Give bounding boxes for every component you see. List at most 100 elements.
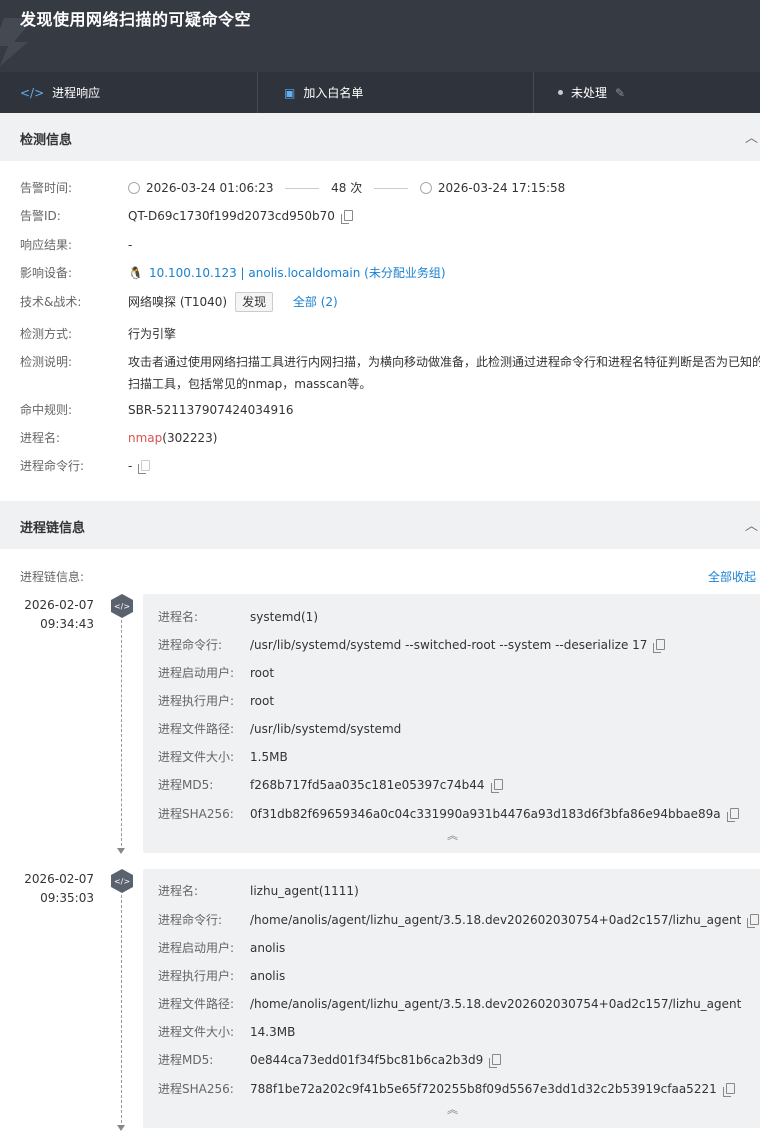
copy-icon[interactable] [340, 210, 353, 224]
timeline-divider [285, 188, 320, 189]
copy-icon[interactable] [722, 1083, 735, 1097]
collapse-up-icon[interactable]: ︽ [447, 1101, 458, 1117]
key-cmd: 进程命令行: [158, 913, 223, 927]
copy-icon[interactable] [490, 779, 503, 793]
value-md5-wrap: f268b717fd5aa035c181e05397c74b44 [250, 775, 503, 795]
card-row: 进程MD5: f268b717fd5aa035c181e05397c74b44 [158, 775, 503, 795]
first-time: 2026-03-24 01:06:23 [146, 181, 274, 195]
copy-icon[interactable] [489, 1054, 502, 1068]
chain-item-time: 2026-02-07 09:35:03 [20, 870, 94, 908]
card-row: 进程文件路径: /usr/lib/systemd/systemd [158, 719, 401, 739]
chain-section-header[interactable]: 进程链信息 ︿ [0, 501, 760, 549]
card-row: 进程SHA256: 0f31db82f69659346a0c04c331990a9… [158, 804, 739, 824]
copy-icon[interactable] [747, 914, 760, 928]
key-cmd: 进程命令行: [158, 638, 223, 652]
response-value: - [128, 238, 133, 252]
key-name: 进程名: [158, 884, 199, 898]
chain-section-title: 进程链信息 [20, 521, 86, 536]
value-cmd: /usr/lib/systemd/systemd --switched-root… [250, 638, 648, 652]
key-name: 进程名: [158, 610, 199, 624]
desc-wrap: 攻击者通过使用网络扫描工具进行内网扫描，为横向移动做准备，此检测通过进程命令行和… [128, 352, 760, 394]
value-sha: 0f31db82f69659346a0c04c331990a931b4476a9… [250, 807, 721, 821]
alert-id-wrap: QT-D69c1730f199d2073cd950b70 [128, 206, 353, 226]
key-size: 进程文件大小: [158, 750, 235, 764]
rule-value: SBR-521137907424034916 [128, 403, 294, 417]
svg-text:</>: </> [114, 602, 130, 611]
device-link[interactable]: 10.100.10.123 | anolis.localdomain (未分配业… [149, 266, 446, 280]
copy-icon[interactable] [653, 639, 666, 653]
card-row: 进程命令行: /home/anolis/agent/lizhu_agent/3.5… [158, 910, 760, 930]
value-sha-wrap: 788f1be72a202c9f41b5e65f720255b8f09d5567… [250, 1079, 735, 1099]
cmd-row: 进程命令行: - [20, 456, 151, 476]
alert-id: QT-D69c1730f199d2073cd950b70 [128, 209, 335, 223]
tactic-row: 技术&战术: 网络嗅探 (T1040) 发现 全部 (2) [20, 292, 338, 312]
chevron-up-icon[interactable]: ︿ [745, 515, 758, 534]
linux-icon: 🐧 [128, 266, 143, 280]
value-cmd-wrap: /home/anolis/agent/lizhu_agent/3.5.18.de… [250, 910, 760, 930]
detection-section-title: 检测信息 [20, 133, 73, 148]
value-name: lizhu_agent(1111) [250, 884, 359, 898]
chain-item-clock: 09:34:43 [40, 617, 94, 631]
edit-icon[interactable]: ✎ [615, 86, 625, 100]
key-exec-user: 进程执行用户: [158, 694, 235, 708]
detection-section-header[interactable]: 检测信息 ︿ [0, 113, 760, 161]
alert-id-label: 告警ID: [20, 209, 61, 223]
page-title: 发现使用网络扫描的可疑命令空 [20, 10, 252, 29]
code-hex-icon: </> [111, 594, 133, 618]
process-card: 进程名: systemd(1) 进程命令行: /usr/lib/systemd/sy… [143, 594, 760, 853]
svg-text:</>: </> [114, 877, 130, 886]
code-icon: </> [20, 85, 45, 100]
key-path: 进程文件路径: [158, 722, 235, 736]
process-response-button[interactable]: </> 进程响应 [0, 72, 258, 113]
arrow-down-icon [117, 1125, 125, 1131]
value-start-user: anolis [250, 941, 286, 955]
desc-line-1: 攻击者通过使用网络扫描工具进行内网扫描，为横向移动做准备，此检测通过进程命令行和… [128, 355, 760, 369]
tactic-all-link[interactable]: 全部 (2) [293, 295, 338, 309]
card-row: 进程启动用户: anolis [158, 938, 285, 958]
value-sha-wrap: 0f31db82f69659346a0c04c331990a931b4476a9… [250, 804, 739, 824]
chain-item-date: 2026-02-07 [24, 598, 94, 612]
proc-name[interactable]: nmap [128, 431, 162, 445]
collapse-all-link[interactable]: 全部收起 [708, 568, 756, 585]
value-size: 14.3MB [250, 1025, 296, 1039]
card-row: 进程名: lizhu_agent(1111) [158, 881, 359, 901]
desc-row: 检测说明: 攻击者通过使用网络扫描工具进行内网扫描，为横向移动做准备，此检测通过… [20, 352, 760, 394]
value-md5: 0e844ca73edd01f34f5bc81b6ca2b3d9 [250, 1053, 484, 1067]
value-name: systemd(1) [250, 610, 318, 624]
copy-icon[interactable] [726, 808, 739, 822]
status-button[interactable]: 未处理 ✎ [534, 72, 760, 113]
key-exec-user: 进程执行用户: [158, 969, 235, 983]
value-start-user: root [250, 666, 275, 680]
device-wrap: 🐧 10.100.10.123 | anolis.localdomain (未分配… [128, 263, 446, 283]
desc-label: 检测说明: [20, 355, 73, 369]
key-sha: 进程SHA256: [158, 807, 234, 821]
method-label: 检测方式: [20, 327, 73, 341]
rule-row: 命中规则: SBR-521137907424034916 [20, 400, 293, 420]
card-row: 进程MD5: 0e844ca73edd01f34f5bc81b6ca2b3d9 [158, 1050, 502, 1070]
clock-icon [419, 182, 432, 194]
cmd-label: 进程命令行: [20, 459, 85, 473]
key-start-user: 进程启动用户: [158, 941, 235, 955]
chevron-up-icon[interactable]: ︿ [745, 127, 758, 146]
copy-icon[interactable] [138, 460, 151, 474]
collapse-up-icon[interactable]: ︽ [447, 827, 458, 843]
card-row: 进程命令行: /usr/lib/systemd/systemd --switche… [158, 635, 666, 655]
response-row: 响应结果: - [20, 235, 132, 255]
card-row: 进程SHA256: 788f1be72a202c9f41b5e65f720255b… [158, 1079, 735, 1099]
alert-header: 发现使用网络扫描的可疑命令空 [0, 0, 760, 72]
last-time: 2026-03-24 17:15:58 [437, 181, 566, 195]
value-sha: 788f1be72a202c9f41b5e65f720255b8f09d5567… [250, 1082, 717, 1096]
device-label: 影响设备: [20, 266, 73, 280]
response-label: 响应结果: [20, 238, 73, 252]
key-size: 进程文件大小: [158, 1025, 235, 1039]
process-response-label: 进程响应 [52, 86, 101, 100]
timeline-line [121, 895, 122, 1123]
value-path: /home/anolis/agent/lizhu_agent/3.5.18.de… [250, 997, 742, 1011]
timeline-line [121, 620, 122, 846]
alert-count: 48 次 [331, 181, 363, 195]
key-path: 进程文件路径: [158, 997, 235, 1011]
add-whitelist-button[interactable]: ▣ 加入白名单 [258, 72, 534, 113]
tactic-value: 网络嗅探 (T1040) [128, 295, 228, 309]
key-sha: 进程SHA256: [158, 1082, 234, 1096]
chain-item-time: 2026-02-07 09:34:43 [20, 596, 94, 634]
